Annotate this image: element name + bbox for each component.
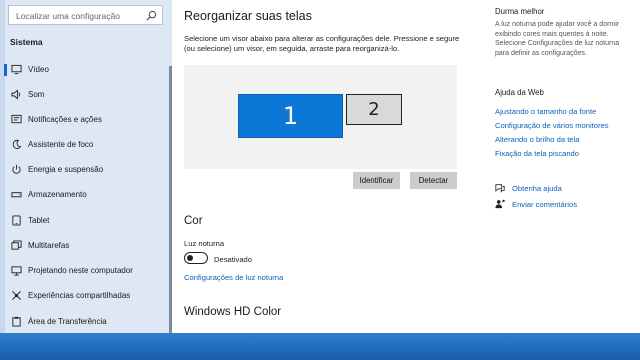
help-link-brightness[interactable]: Alterando o brilho da tela	[495, 135, 579, 144]
moon-icon	[12, 139, 22, 149]
web-help-title: Ajuda da Web	[495, 88, 544, 97]
sidebar-item-label: Notificações e ações	[28, 115, 102, 124]
share-icon	[12, 291, 21, 300]
power-icon	[12, 164, 21, 174]
sidebar: Localizar uma configuração Sistema Vídeo…	[0, 0, 172, 333]
sleep-better-description: A luz noturna pode ajudar você a dormir …	[495, 21, 620, 57]
night-light-label: Luz noturna	[184, 239, 225, 248]
hd-color-heading: Windows HD Color	[184, 306, 282, 318]
help-link-screen-flicker[interactable]: Fixação da tela piscando	[495, 149, 579, 158]
tablet-icon	[12, 215, 21, 226]
sidebar-item-label: Tablet	[28, 216, 50, 225]
storage-icon	[11, 192, 22, 198]
sidebar-item-notifications[interactable]: Notificações e ações	[0, 108, 172, 132]
identify-button[interactable]: Identificar	[353, 172, 400, 189]
sidebar-item-tablet[interactable]: Tablet	[0, 209, 172, 233]
night-light-settings-link[interactable]: Configurações de luz noturna	[184, 273, 283, 282]
sidebar-item-label: Vídeo	[28, 65, 49, 74]
taskbar	[0, 333, 640, 360]
right-panel: Durma melhor A luz noturna pode ajudar v…	[472, 0, 640, 333]
projector-icon	[11, 266, 22, 276]
feedback-icon	[495, 199, 505, 209]
main-content: Reorganizar suas telas Selecione um viso…	[172, 0, 472, 333]
search-input[interactable]: Localizar uma configuração	[8, 5, 163, 25]
selection-indicator	[4, 64, 7, 76]
send-feedback-link[interactable]: Enviar comentários	[512, 200, 577, 209]
night-light-toggle[interactable]	[184, 252, 208, 264]
sidebar-item-power[interactable]: Energia e suspensão	[0, 158, 172, 182]
sleep-better-title: Durma melhor	[495, 7, 545, 16]
help-link-font-size[interactable]: Ajustando o tamanho da fonte	[495, 107, 596, 116]
get-help-link[interactable]: Obtenha ajuda	[512, 184, 562, 193]
search-placeholder: Localizar uma configuração	[16, 11, 120, 21]
sidebar-item-label: Armazenamento	[28, 190, 87, 199]
sidebar-item-video[interactable]: Vídeo	[0, 58, 172, 82]
monitor-icon	[11, 64, 22, 75]
settings-window: Localizar uma configuração Sistema Vídeo…	[0, 0, 640, 333]
night-light-state: Desativado	[214, 255, 252, 264]
page-title: Reorganizar suas telas	[184, 9, 312, 23]
sidebar-item-shared-experiences[interactable]: Experiências compartilhadas	[0, 284, 172, 308]
clipboard-icon	[12, 316, 21, 327]
section-title: Sistema	[10, 37, 43, 47]
sidebar-item-storage[interactable]: Armazenamento	[0, 183, 172, 207]
sidebar-item-clipboard[interactable]: Área de Transferência	[0, 310, 172, 333]
sidebar-item-multitasking[interactable]: Multitarefas	[0, 234, 172, 258]
sidebar-item-label: Projetando neste computador	[28, 266, 133, 275]
sidebar-item-label: Assistente de foco	[28, 140, 94, 149]
sidebar-item-focus-assist[interactable]: Assistente de foco	[0, 133, 172, 157]
monitor-1[interactable]: 1	[238, 94, 343, 138]
color-heading: Cor	[184, 215, 203, 227]
sidebar-item-label: Multitarefas	[28, 241, 70, 250]
notification-icon	[11, 114, 22, 124]
sidebar-item-projecting[interactable]: Projetando neste computador	[0, 259, 172, 283]
sidebar-item-label: Área de Transferência	[28, 317, 107, 326]
sidebar-item-label: Som	[28, 90, 45, 99]
detect-button[interactable]: Detectar	[410, 172, 457, 189]
help-icon	[495, 184, 505, 193]
speaker-icon	[11, 89, 21, 100]
search-icon	[146, 10, 157, 21]
display-arrangement-area: 1 2	[184, 65, 457, 169]
sidebar-item-sound[interactable]: Som	[0, 83, 172, 107]
help-link-multiple-monitors[interactable]: Configuração de vários monitores	[495, 121, 609, 130]
sidebar-item-label: Experiências compartilhadas	[28, 291, 131, 300]
page-description: Selecione um visor abaixo para alterar a…	[184, 34, 460, 53]
monitor-2[interactable]: 2	[346, 94, 402, 125]
multitask-icon	[11, 240, 22, 250]
sidebar-item-label: Energia e suspensão	[28, 165, 104, 174]
toggle-knob	[187, 254, 193, 261]
